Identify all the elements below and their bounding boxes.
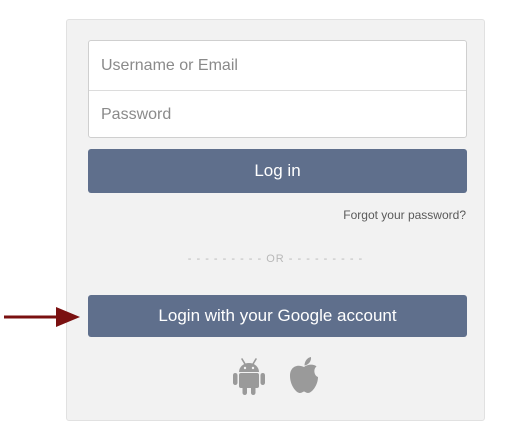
login-button[interactable]: Log in <box>88 149 467 193</box>
username-field[interactable] <box>89 41 466 90</box>
page: Log in Forgot your password? - - - - - -… <box>0 0 507 441</box>
password-field[interactable] <box>89 90 466 137</box>
forgot-password-link[interactable]: Forgot your password? <box>343 208 466 222</box>
arrow-right-icon <box>4 306 80 333</box>
login-panel: Log in Forgot your password? - - - - - -… <box>66 19 485 421</box>
android-icon[interactable] <box>232 356 266 401</box>
platform-icons <box>67 356 484 401</box>
google-login-button[interactable]: Login with your Google account <box>88 295 467 337</box>
or-divider: - - - - - - - - - OR - - - - - - - - - <box>187 253 364 265</box>
apple-icon[interactable] <box>288 356 320 401</box>
credentials-field-group <box>88 40 467 138</box>
